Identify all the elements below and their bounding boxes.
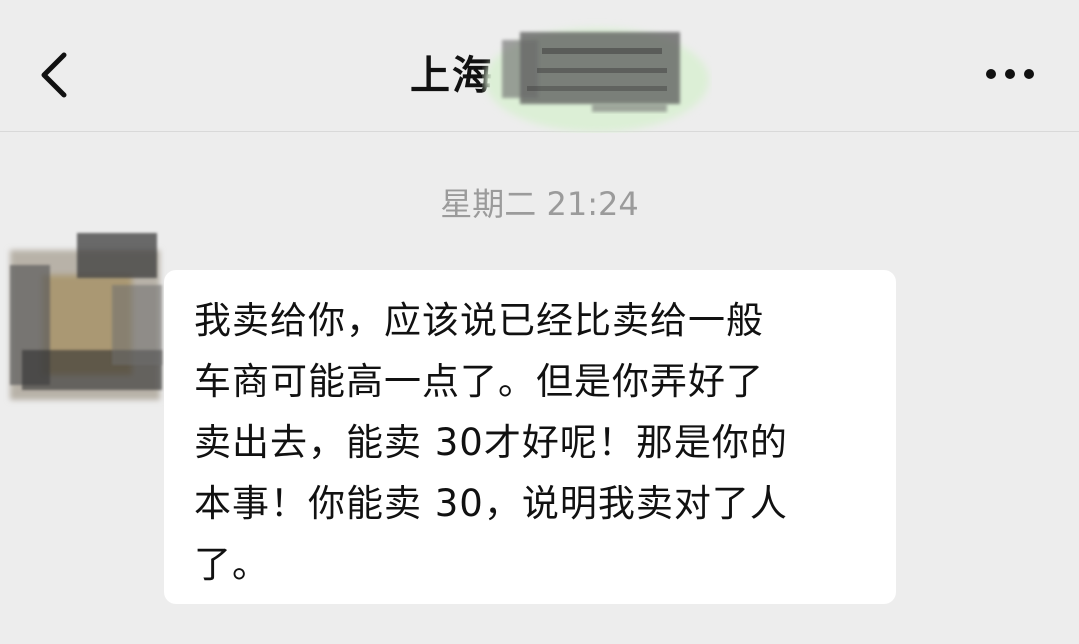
redaction-scribble (485, 28, 709, 132)
contact-avatar[interactable] (2, 225, 170, 415)
message-text: 我卖给你，应该说已经比卖给一般 车商可能高一点了。但是你弄好了 卖出去，能卖 3… (194, 299, 788, 586)
chevron-left-icon (41, 52, 67, 98)
more-horizontal-icon (986, 69, 996, 79)
chat-header: 上海 (0, 0, 1079, 132)
more-button[interactable] (980, 60, 1040, 90)
back-button[interactable] (30, 45, 80, 105)
message-timestamp: 星期二 21:24 (440, 185, 639, 223)
message-bubble[interactable]: 我卖给你，应该说已经比卖给一般 车商可能高一点了。但是你弄好了 卖出去，能卖 3… (164, 270, 896, 604)
